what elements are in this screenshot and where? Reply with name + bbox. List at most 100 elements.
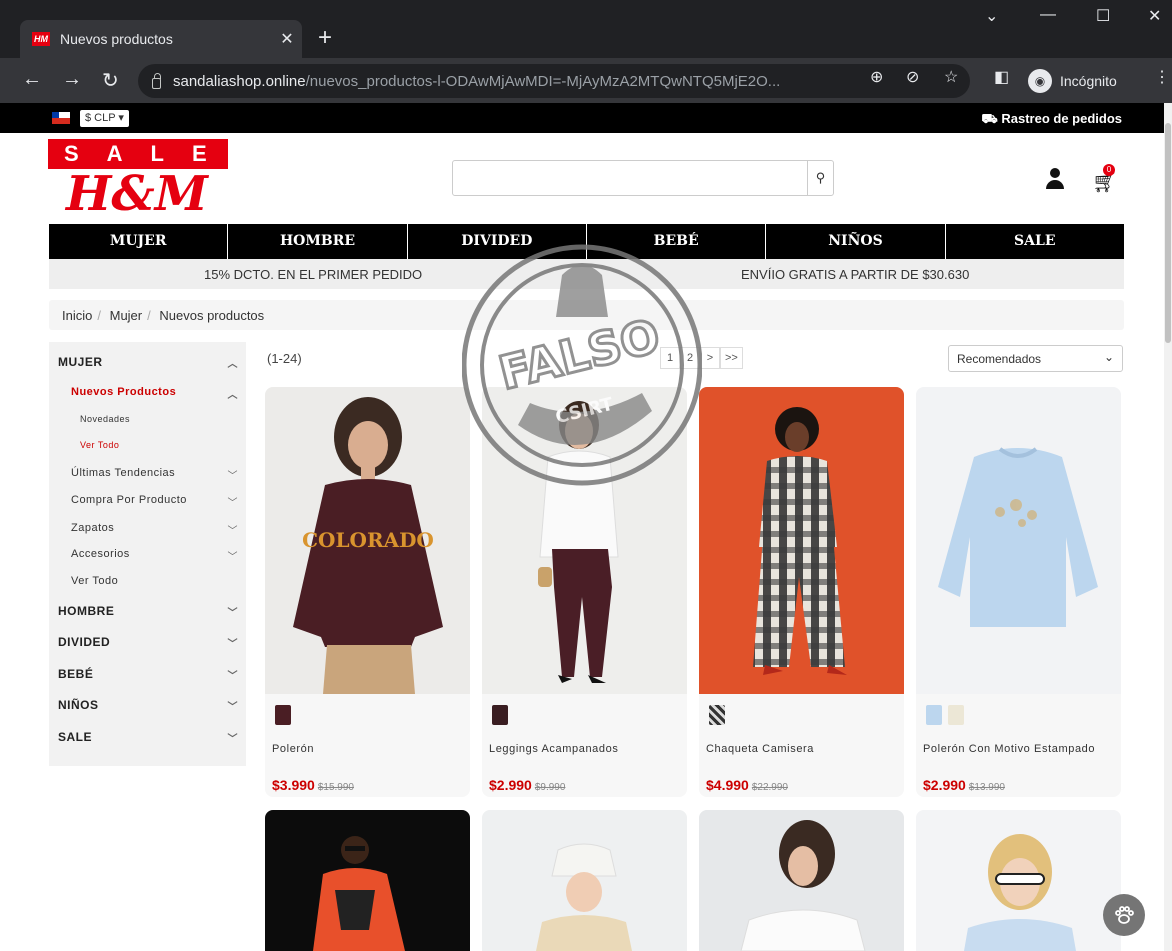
sidebar-label: Accesorios [71, 548, 130, 560]
page-1-button[interactable]: 1 [660, 347, 680, 369]
nav-item-ninos[interactable]: NIÑOS [766, 224, 946, 259]
incognito-indicator[interactable]: ◉ Incógnito [1028, 64, 1117, 98]
new-tab-icon[interactable]: + [318, 26, 332, 50]
product-image [699, 387, 904, 694]
sidebar-item-tendencias[interactable]: Últimas Tendencias ﹀ [49, 467, 246, 482]
product-card[interactable] [699, 810, 904, 951]
sidebar-item-zapatos[interactable]: Zapatos ﹀ [49, 522, 246, 537]
breadcrumb-home[interactable]: Inicio [62, 308, 92, 323]
product-name[interactable]: Polerón Con Motivo Estampado [923, 743, 1095, 755]
tracking-protection-icon[interactable]: ⊘ [906, 67, 919, 87]
site-top-bar: $ CLP ▾ ⛟ Rastreo de pedidos [0, 103, 1164, 133]
sidebar-item-ver-todo[interactable]: Ver Todo [49, 575, 246, 587]
product-name[interactable]: Leggings Acampanados [489, 743, 618, 755]
site-logo[interactable]: SALE H&M [48, 139, 228, 221]
product-name[interactable]: Chaqueta Camisera [706, 743, 814, 755]
chevron-down-icon: ﹀ [227, 734, 238, 745]
product-card[interactable] [916, 810, 1121, 951]
color-swatch[interactable] [709, 705, 725, 725]
color-swatch[interactable] [275, 705, 291, 725]
order-tracking-link[interactable]: ⛟ Rastreo de pedidos [981, 111, 1122, 129]
sidebar-item-nuevos-productos[interactable]: Nuevos Productos ︿ [49, 386, 246, 401]
close-tab-icon[interactable]: ✕ [272, 29, 302, 49]
scrollbar-thumb[interactable] [1165, 123, 1171, 343]
next-page-button[interactable]: > [700, 347, 720, 369]
sort-select[interactable]: Recomendados ⌄ [948, 345, 1123, 372]
search-input[interactable]: ⚲ [452, 160, 834, 196]
product-card[interactable]: COLORADO Polerón $3.990 $15.990 [265, 387, 470, 797]
sidebar-label: DIVIDED [58, 635, 111, 649]
user-account-icon[interactable] [1044, 168, 1066, 190]
sidebar-item-novedades[interactable]: Novedades [49, 414, 246, 424]
product-card[interactable]: Leggings Acampanados $2.990 $9.990 [482, 387, 687, 797]
favicon-icon: HM [32, 32, 50, 46]
nav-item-bebe[interactable]: BEBÉ [587, 224, 767, 259]
color-swatch[interactable] [948, 705, 964, 725]
sidebar-item-accesorios[interactable]: Accesorios ﹀ [49, 548, 246, 563]
sidebar-label: Novedades [80, 414, 131, 424]
product-card[interactable] [265, 810, 470, 951]
sidebar-label: SALE [58, 730, 93, 744]
product-card[interactable]: Polerón Con Motivo Estampado $2.990 $13.9… [916, 387, 1121, 797]
reload-icon[interactable]: ↻ [102, 68, 119, 93]
chevron-down-icon: ﹀ [227, 526, 238, 537]
page-scrollbar[interactable] [1164, 103, 1172, 951]
product-name[interactable]: Polerón [272, 743, 314, 755]
search-icon[interactable]: ⚲ [807, 161, 833, 195]
forward-icon[interactable]: → [62, 68, 82, 91]
bookmark-star-icon[interactable]: ☆ [944, 67, 958, 87]
chat-widget-button[interactable] [1103, 894, 1145, 936]
close-window-icon[interactable]: ✕ [1148, 6, 1161, 26]
nav-item-divided[interactable]: DIVIDED [408, 224, 587, 259]
sidebar-item-ver-todo-nuevos[interactable]: Ver Todo [49, 440, 246, 450]
browser-tab-strip: HM Nuevos productos ✕ + ⌄ — ☐ ✕ [0, 0, 1172, 64]
currency-select[interactable]: $ CLP ▾ [80, 110, 129, 127]
sale-price: $2.990 [489, 777, 532, 793]
lock-icon [152, 72, 161, 89]
url-bar[interactable]: sandaliashop.online /nuevos_productos-l-… [138, 64, 970, 98]
page-2-button[interactable]: 2 [680, 347, 700, 369]
chevron-down-icon: ﹀ [227, 671, 238, 682]
sidebar-label: BEBÉ [58, 667, 94, 681]
color-swatch[interactable] [926, 705, 942, 725]
breadcrumb-current: Nuevos productos [159, 308, 265, 323]
tab-search-chevron-icon[interactable]: ⌄ [985, 6, 998, 26]
product-price: $4.990 $22.990 [706, 777, 788, 793]
nav-item-hombre[interactable]: HOMBRE [228, 224, 408, 259]
sidebar-item-mujer[interactable]: MUJER ︿ [49, 355, 246, 370]
sidebar-item-ninos[interactable]: NIÑOS ﹀ [49, 698, 246, 713]
sweater-print-text: COLORADO [302, 528, 434, 552]
product-card[interactable] [482, 810, 687, 951]
sidebar-item-bebe[interactable]: BEBÉ ﹀ [49, 667, 246, 682]
product-image: COLORADO [265, 387, 470, 694]
maximize-icon[interactable]: ☐ [1096, 6, 1110, 26]
side-panel-icon[interactable]: ◧ [994, 67, 1009, 87]
product-card[interactable]: Chaqueta Camisera $4.990 $22.990 [699, 387, 904, 797]
sidebar-item-hombre[interactable]: HOMBRE ﹀ [49, 604, 246, 619]
nav-item-sale[interactable]: SALE [946, 224, 1124, 259]
sidebar-label: Ver Todo [80, 440, 120, 450]
color-swatch[interactable] [492, 705, 508, 725]
zoom-icon[interactable]: ⊕ [870, 67, 883, 87]
last-page-button[interactable]: >> [720, 347, 743, 369]
sidebar-item-divided[interactable]: DIVIDED ﹀ [49, 635, 246, 650]
breadcrumb-mujer[interactable]: Mujer [110, 308, 143, 323]
address-bar-row: ← → ↻ sandaliashop.online /nuevos_produc… [0, 58, 1172, 103]
minimize-icon[interactable]: — [1040, 6, 1056, 24]
chile-flag-icon [52, 112, 70, 124]
paw-icon [1115, 906, 1134, 924]
product-image [482, 387, 687, 694]
product-image [916, 810, 1121, 951]
incognito-icon: ◉ [1028, 69, 1052, 93]
sidebar-item-sale[interactable]: SALE ﹀ [49, 730, 246, 745]
incognito-label: Incógnito [1060, 73, 1117, 89]
menu-kebab-icon[interactable]: ⋮ [1154, 67, 1170, 87]
chevron-up-icon: ︿ [227, 359, 238, 370]
order-tracking-label: Rastreo de pedidos [1001, 111, 1122, 126]
back-icon[interactable]: ← [22, 68, 42, 91]
nav-item-mujer[interactable]: MUJER [49, 224, 229, 259]
sidebar-label: MUJER [58, 355, 103, 369]
sidebar-item-compra-por-producto[interactable]: Compra Por Producto ﹀ [49, 494, 246, 509]
browser-tab[interactable]: HM Nuevos productos ✕ [20, 20, 302, 58]
chevron-down-icon: ﹀ [227, 498, 238, 509]
